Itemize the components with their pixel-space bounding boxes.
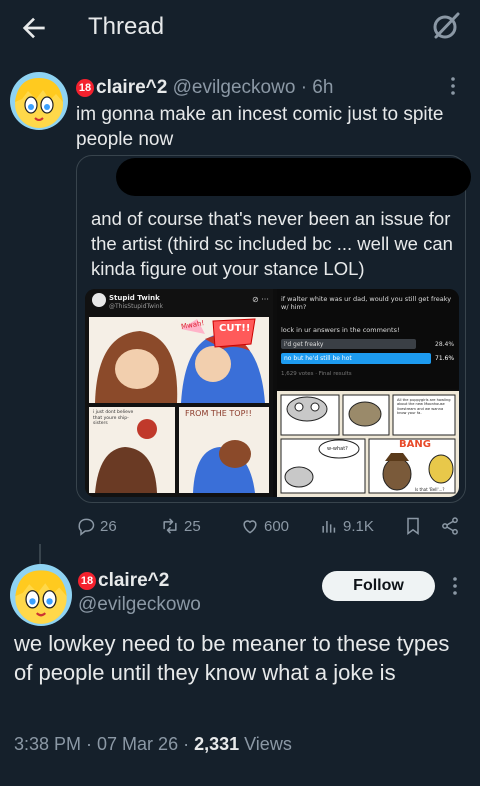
display-name[interactable]: claire^2 xyxy=(96,77,167,98)
poll-footer: 1,629 votes · Final results xyxy=(281,371,352,377)
more-options-icon[interactable] xyxy=(452,576,464,596)
reply-count: 26 xyxy=(100,517,117,535)
follow-button[interactable]: Follow xyxy=(322,571,435,601)
comic-bubble-from-the-top: FROM THE TOP!! xyxy=(185,409,252,418)
comic-bubble-what: w-what? xyxy=(327,446,348,452)
post-time[interactable]: · 6h xyxy=(301,77,334,98)
quoted-post-text: and of course that's never been an issue… xyxy=(91,208,453,279)
age-badge: 18 xyxy=(76,79,94,97)
post-text: we lowkey need to be meaner to these typ… xyxy=(14,631,450,685)
comic-bubble-cut: CUT!! xyxy=(219,323,251,334)
poll-option-1-percent: 28.4% xyxy=(435,341,455,348)
views-label: Views xyxy=(239,734,292,754)
like-button[interactable]: 600 xyxy=(240,516,289,536)
repost-count: 25 xyxy=(184,517,201,535)
bookmark-icon[interactable] xyxy=(403,516,423,536)
handle[interactable]: @evilgeckowo xyxy=(78,594,201,616)
handle[interactable]: @evilgeckowo xyxy=(173,77,296,98)
image-account-handle: @ThisStupidTwink xyxy=(109,303,164,310)
repost-button[interactable]: 25 xyxy=(160,516,201,536)
views-icon xyxy=(322,521,336,533)
views-count: 2,331 xyxy=(194,734,240,754)
comic-bottom-text: Is that 'Bell'...? xyxy=(415,487,445,492)
poll-option-1: i'd get freaky xyxy=(284,341,324,348)
timestamp[interactable]: 3:38 PM · 07 Mar 26 · xyxy=(14,734,194,754)
poll-option-2: no but he'd still be hot xyxy=(284,355,352,362)
quoted-post[interactable]: and of course that's never been an issue… xyxy=(76,155,466,503)
comic-puppy-note: All the puppygirls are howling about the… xyxy=(397,398,451,416)
repost-icon xyxy=(163,518,177,534)
post-header: 18 claire^2 @evilgeckowo · 6h xyxy=(76,77,333,99)
display-name-text: claire^2 xyxy=(98,570,170,591)
page-title: Thread xyxy=(88,13,165,40)
comic-bang: BANG xyxy=(399,439,431,450)
top-bar: Thread xyxy=(0,0,480,54)
svg-text:⊘ ···: ⊘ ··· xyxy=(252,295,269,304)
avatar[interactable] xyxy=(10,564,72,626)
post-timestamp: 3:38 PM · 07 Mar 26 · 2,331 Views xyxy=(14,734,292,755)
share-icon[interactable] xyxy=(440,516,460,536)
reply-icon xyxy=(78,518,95,536)
image-account-name: Stupid Twink xyxy=(109,294,160,302)
heart-icon xyxy=(243,520,257,534)
quoted-post-image[interactable]: ⊘ ··· Stupid Twink @ThisStupidTwink Mwah… xyxy=(85,289,459,497)
thread-connector xyxy=(39,544,41,566)
poll-prompt: lock in ur answers in the comments! xyxy=(281,326,400,334)
avatar[interactable] xyxy=(10,72,68,130)
age-badge: 18 xyxy=(78,572,96,590)
comic-screenshot-art: ⊘ ··· xyxy=(85,289,459,497)
comic-caption: i just dont believe that youre ship-sist… xyxy=(93,410,134,426)
display-name[interactable]: 18 claire^2 xyxy=(78,570,169,592)
post-text: im gonna make an incest comic just to sp… xyxy=(76,104,444,150)
poll-question: if walter white was ur dad, would you st… xyxy=(281,295,452,311)
more-options-icon[interactable] xyxy=(450,76,462,96)
like-count: 600 xyxy=(264,517,290,535)
poll-option-2-percent: 71.6% xyxy=(435,355,455,362)
redaction-bar xyxy=(116,158,471,196)
reply-button[interactable]: 26 xyxy=(76,516,117,536)
view-count: 9.1K xyxy=(343,517,374,535)
action-bar: 26 25 600 9.1K xyxy=(76,516,466,542)
views-button[interactable]: 9.1K xyxy=(319,516,374,536)
grok-icon[interactable] xyxy=(430,10,462,42)
back-arrow-icon[interactable] xyxy=(18,12,50,44)
